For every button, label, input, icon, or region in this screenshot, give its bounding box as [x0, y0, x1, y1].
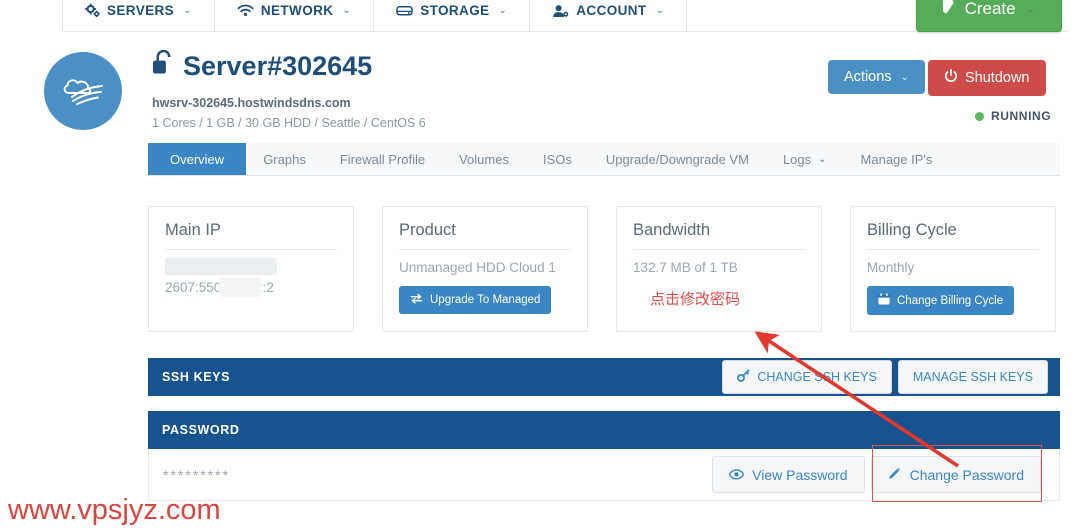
card-title: Product: [399, 221, 571, 250]
button-label: MANAGE SSH KEYS: [913, 370, 1033, 384]
eye-icon: [729, 467, 744, 483]
card-bandwidth: Bandwidth 132.7 MB of 1 TB: [616, 206, 822, 332]
view-password-button[interactable]: View Password: [712, 456, 864, 493]
tab-label: Logs: [783, 152, 811, 167]
actions-button[interactable]: Actions ⌄: [828, 60, 925, 94]
pencil-icon: [888, 466, 902, 483]
nav-label-account: ACCOUNT: [576, 3, 646, 18]
wifi-icon: [237, 4, 254, 17]
nav-item-servers[interactable]: SERVERS ⌄: [62, 0, 215, 32]
ipv6-redaction-mask: [219, 278, 261, 297]
chevron-down-icon: ⌄: [342, 5, 351, 16]
create-button-label: Create: [965, 0, 1016, 19]
actions-button-label: Actions: [844, 69, 892, 85]
tab-label: Overview: [170, 152, 224, 167]
nav-item-network[interactable]: NETWORK ⌄: [215, 0, 374, 32]
ssh-keys-label: SSH KEYS: [162, 370, 230, 384]
card-title: Billing Cycle: [867, 221, 1039, 250]
button-label: Change Billing Cycle: [897, 295, 1003, 307]
gears-icon: [85, 3, 100, 18]
create-button[interactable]: Create ⌄: [916, 0, 1062, 32]
password-row: ********* View Password Ch: [148, 449, 1060, 501]
server-name: Server#302645: [183, 51, 372, 82]
status-badge: RUNNING: [975, 109, 1051, 123]
unlocked-padlock-icon: [152, 50, 173, 82]
button-label: View Password: [752, 467, 847, 483]
change-password-button[interactable]: Change Password: [871, 456, 1041, 493]
power-icon: [944, 69, 958, 87]
button-label: Upgrade To Managed: [430, 294, 540, 306]
password-label: PASSWORD: [162, 423, 240, 437]
card-title: Main IP: [165, 221, 337, 250]
tab-label: Upgrade/Downgrade VM: [606, 152, 749, 167]
shutdown-button[interactable]: Shutdown: [928, 60, 1046, 96]
status-label: RUNNING: [991, 109, 1051, 123]
masked-password-value: *********: [163, 467, 230, 483]
password-actions: View Password Change Password: [712, 456, 1041, 493]
shutdown-button-label: Shutdown: [965, 70, 1030, 86]
chevron-down-icon: ⌄: [183, 5, 192, 16]
tab-firewall-profile[interactable]: Firewall Profile: [323, 143, 442, 175]
tab-label: ISOs: [543, 152, 572, 167]
tab-label: Firewall Profile: [340, 152, 425, 167]
hostwinds-cloud-logo: [44, 52, 122, 130]
ipv4-redaction-mask: [165, 258, 277, 275]
card-billing-cycle: Billing Cycle Monthly Change Billing Cyc…: [850, 206, 1056, 332]
tab-manage-ips[interactable]: Manage IP's: [844, 143, 950, 175]
change-ssh-keys-button[interactable]: CHANGE SSH KEYS: [722, 360, 891, 394]
tab-label: Manage IP's: [861, 152, 933, 167]
ssh-keys-actions: CHANGE SSH KEYS MANAGE SSH KEYS: [722, 360, 1048, 394]
tab-overview[interactable]: Overview: [148, 143, 246, 175]
bandwidth-value: 132.7 MB of 1 TB: [633, 260, 805, 275]
tab-graphs[interactable]: Graphs: [246, 143, 323, 175]
card-title: Bandwidth: [633, 221, 805, 250]
nav-item-storage[interactable]: STORAGE ⌄: [374, 0, 530, 32]
product-value: Unmanaged HDD Cloud 1: [399, 260, 571, 275]
status-dot-icon: [975, 112, 984, 121]
watermark: www.vpsjyz.com: [8, 494, 221, 527]
chevron-down-icon: ⌄: [818, 154, 826, 165]
card-product: Product Unmanaged HDD Cloud 1 Upgrade To…: [382, 206, 588, 332]
ssh-keys-panel-header: SSH KEYS CHANGE SSH KEYS MANAGE SSH KEYS: [148, 358, 1060, 396]
exchange-icon: [410, 293, 423, 307]
tab-label: Volumes: [459, 152, 509, 167]
calendar-icon: [878, 293, 890, 308]
user-gear-icon: [552, 4, 569, 18]
nav-label-network: NETWORK: [261, 3, 334, 18]
tab-label: Graphs: [263, 152, 306, 167]
nav-label-storage: STORAGE: [420, 3, 489, 18]
key-icon: [737, 369, 750, 385]
tab-bar: Overview Graphs Firewall Profile Volumes…: [148, 143, 1060, 176]
button-label: Change Password: [910, 467, 1024, 483]
chevron-down-icon: ⌄: [901, 72, 909, 83]
change-billing-cycle-button[interactable]: Change Billing Cycle: [867, 286, 1014, 315]
ipv6-value: 2607:5501:: 5fb::2: [165, 280, 337, 295]
info-card-row: Main IP 2607:5501:: 5fb::2 Product Unman…: [148, 206, 1060, 332]
tab-isos[interactable]: ISOs: [526, 143, 589, 175]
drive-icon: [396, 4, 413, 17]
manage-ssh-keys-button[interactable]: MANAGE SSH KEYS: [898, 360, 1048, 394]
annotation-chinese-note: 点击修改密码: [650, 288, 740, 309]
plus-badge-icon: [939, 0, 956, 20]
upgrade-to-managed-button[interactable]: Upgrade To Managed: [399, 286, 551, 314]
tab-upgrade-downgrade-vm[interactable]: Upgrade/Downgrade VM: [589, 143, 766, 175]
page-root: SERVERS ⌄ NETWORK ⌄ STOR: [0, 0, 1080, 531]
server-hostname: hwsrv-302645.hostwindsdns.com: [152, 96, 351, 110]
chevron-down-icon: ⌄: [1027, 4, 1035, 15]
card-main-ip: Main IP 2607:5501:: 5fb::2: [148, 206, 354, 332]
nav-item-account[interactable]: ACCOUNT ⌄: [530, 0, 687, 32]
chevron-down-icon: ⌄: [499, 5, 508, 16]
nav-label-servers: SERVERS: [107, 3, 174, 18]
password-panel-header: PASSWORD: [148, 411, 1060, 449]
server-specs: 1 Cores / 1 GB / 30 GB HDD / Seattle / C…: [152, 116, 426, 130]
chevron-down-icon: ⌄: [656, 5, 665, 16]
billing-value: Monthly: [867, 260, 1039, 275]
tab-logs[interactable]: Logs ⌄: [766, 143, 844, 175]
button-label: CHANGE SSH KEYS: [757, 370, 876, 384]
tab-volumes[interactable]: Volumes: [442, 143, 526, 175]
page-title: Server#302645: [152, 50, 372, 82]
